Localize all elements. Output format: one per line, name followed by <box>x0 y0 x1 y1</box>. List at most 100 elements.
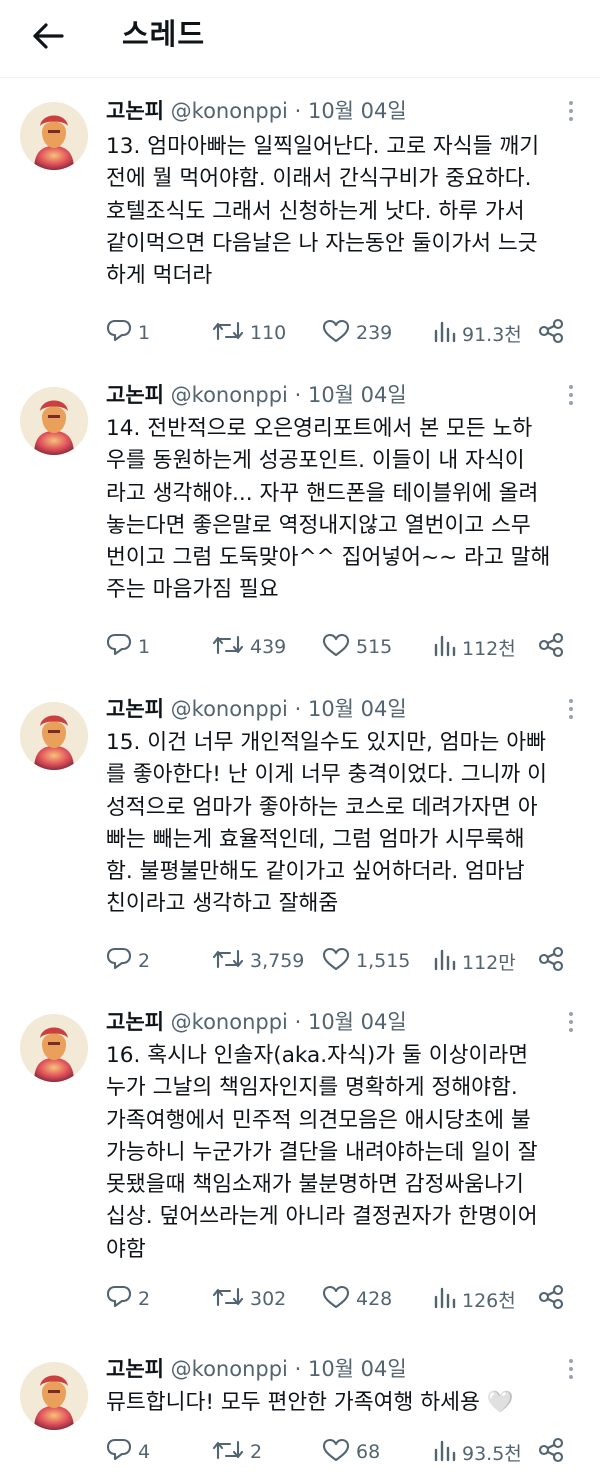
views-icon <box>432 633 456 662</box>
like-button[interactable]: 515 <box>322 630 392 664</box>
reply-count: 4 <box>138 1441 151 1463</box>
tweet-text: 뮤트합니다! 모두 편안한 가족여행 하세용 🤍 <box>106 1387 588 1419</box>
reply-button[interactable]: 4 <box>106 1435 150 1469</box>
avatar[interactable] <box>20 702 88 770</box>
author-name[interactable]: 고논피 <box>106 1010 164 1034</box>
tweet-actions: 1 439 515 112천 <box>106 630 576 664</box>
views-button[interactable]: 93.5천 <box>432 1435 522 1469</box>
tweet-text-line: 성적으로 엄마가 좋아하는 코스로 데려가자면 아 <box>106 794 538 820</box>
share-button[interactable] <box>538 944 564 978</box>
more-options-icon[interactable] <box>556 1005 586 1039</box>
share-button[interactable] <box>538 630 564 664</box>
retweet-button[interactable]: 2 <box>212 1435 262 1469</box>
avatar[interactable] <box>20 1014 88 1082</box>
author-name[interactable]: 고논피 <box>106 99 164 123</box>
author-name[interactable]: 고논피 <box>106 1357 164 1381</box>
tweet-actions: 1 110 239 91.3천 <box>106 316 576 350</box>
tweet-text-line: 뮤트합니다! 모두 편안한 가족여행 하세용 🤍 <box>106 1390 514 1415</box>
tweet-text-line: 우를 동원하는게 성공포인트. 이들이 내 자식이 <box>106 448 525 474</box>
reply-button[interactable]: 1 <box>106 316 150 350</box>
separator: · <box>294 99 302 123</box>
views-icon <box>432 1438 456 1467</box>
reply-button[interactable]: 2 <box>106 944 150 978</box>
tweet-text-line: 주는 마음가짐 필요 <box>106 577 279 603</box>
tweet-text-line: 16. 혹시나 인솔자(aka.자식)가 둘 이상이라면 <box>106 1043 529 1068</box>
author-handle[interactable]: @kononppi <box>171 1010 288 1034</box>
retweet-count: 302 <box>250 1288 287 1310</box>
more-options-icon[interactable] <box>556 692 586 726</box>
avatar[interactable] <box>20 387 88 455</box>
share-button[interactable] <box>538 316 564 350</box>
author-name[interactable]: 고논피 <box>106 697 164 721</box>
share-icon <box>538 1284 564 1315</box>
author-handle[interactable]: @kononppi <box>171 1357 288 1381</box>
views-button[interactable]: 112만 <box>432 944 516 978</box>
views-icon <box>432 1285 456 1314</box>
more-options-icon[interactable] <box>556 94 586 128</box>
tweet-text-line: 같이먹으면 다음날은 나 자는동안 둘이가서 느긋 <box>106 230 538 256</box>
retweet-button[interactable]: 110 <box>212 316 286 350</box>
like-count: 515 <box>356 636 393 658</box>
tweet-header: 고논피 @kononppi · 10월 04일 <box>106 96 407 126</box>
more-options-icon[interactable] <box>556 378 586 412</box>
avatar[interactable] <box>20 1362 88 1430</box>
tweet-text-line: 누가 그날의 책임자인지를 명확하게 정해야함. <box>106 1075 518 1101</box>
retweet-button[interactable]: 3,759 <box>212 944 304 978</box>
retweet-count: 2 <box>250 1441 263 1463</box>
like-button[interactable]: 1,515 <box>322 944 410 978</box>
back-arrow-icon[interactable] <box>26 16 70 56</box>
tweet-date[interactable]: 10월 04일 <box>308 1357 407 1381</box>
like-button[interactable]: 68 <box>322 1435 380 1469</box>
views-count: 112천 <box>462 637 516 660</box>
reply-count: 2 <box>138 950 151 972</box>
tweet-date[interactable]: 10월 04일 <box>308 383 407 407</box>
tweet-text-line: 호텔조식도 그래서 신청하는게 낫다. 하루 가서 <box>106 198 525 224</box>
views-count: 93.5천 <box>462 1442 522 1465</box>
more-options-icon[interactable] <box>556 1352 586 1386</box>
retweet-icon <box>212 1285 244 1314</box>
like-button[interactable]: 428 <box>322 1282 392 1316</box>
retweet-count: 3,759 <box>250 950 305 972</box>
views-button[interactable]: 91.3천 <box>432 316 522 350</box>
reply-button[interactable]: 2 <box>106 1282 150 1316</box>
author-name[interactable]: 고논피 <box>106 383 164 407</box>
author-handle[interactable]: @kononppi <box>171 697 288 721</box>
heart-icon <box>322 1285 350 1314</box>
retweet-count: 110 <box>250 322 287 344</box>
views-icon <box>432 319 456 348</box>
tweet-date[interactable]: 10월 04일 <box>308 99 407 123</box>
tweet-header: 고논피 @kononppi · 10월 04일 <box>106 1007 407 1037</box>
heart-icon <box>322 947 350 976</box>
tweet-text-line: 놓는다면 좋은말로 역정내지않고 열번이고 스무 <box>106 512 531 538</box>
tweet-date[interactable]: 10월 04일 <box>308 697 407 721</box>
author-handle[interactable]: @kononppi <box>171 383 288 407</box>
separator: · <box>294 1010 302 1034</box>
retweet-button[interactable]: 302 <box>212 1282 286 1316</box>
retweet-button[interactable]: 439 <box>212 630 286 664</box>
reply-icon <box>106 1438 132 1467</box>
views-button[interactable]: 112천 <box>432 630 516 664</box>
tweet-text-line: 번이고 그럼 도둑맞아^^ 집어넣어~~ 라고 말해 <box>106 545 551 571</box>
reply-icon <box>106 319 132 348</box>
reply-icon <box>106 1285 132 1314</box>
like-button[interactable]: 239 <box>322 316 392 350</box>
tweet-date[interactable]: 10월 04일 <box>308 1010 407 1034</box>
heart-icon <box>322 319 350 348</box>
tweet-text-line: 전에 뭘 먹어야함. 이래서 간식구비가 중요하다. <box>106 166 532 192</box>
tweet-header: 고논피 @kononppi · 10월 04일 <box>106 694 407 724</box>
views-button[interactable]: 126천 <box>432 1282 516 1316</box>
share-icon <box>538 632 564 663</box>
author-handle[interactable]: @kononppi <box>171 99 288 123</box>
retweet-icon <box>212 947 244 976</box>
reply-button[interactable]: 1 <box>106 630 150 664</box>
retweet-icon <box>212 1438 244 1467</box>
views-icon <box>432 947 456 976</box>
share-button[interactable] <box>538 1282 564 1316</box>
tweet-text: 13. 엄마아빠는 일찍일어난다. 고로 자식들 깨기 전에 뭘 먹어야함. 이래… <box>106 131 588 292</box>
retweet-count: 439 <box>250 636 287 658</box>
avatar[interactable] <box>20 102 88 170</box>
tweet-text: 16. 혹시나 인솔자(aka.자식)가 둘 이상이라면누가 그날의 책임자인지… <box>106 1040 588 1266</box>
views-count: 91.3천 <box>462 323 522 346</box>
share-button[interactable] <box>538 1435 564 1469</box>
tweet-text-line: 가족여행에서 민주적 의견모음은 애시당초에 불 <box>106 1107 531 1133</box>
